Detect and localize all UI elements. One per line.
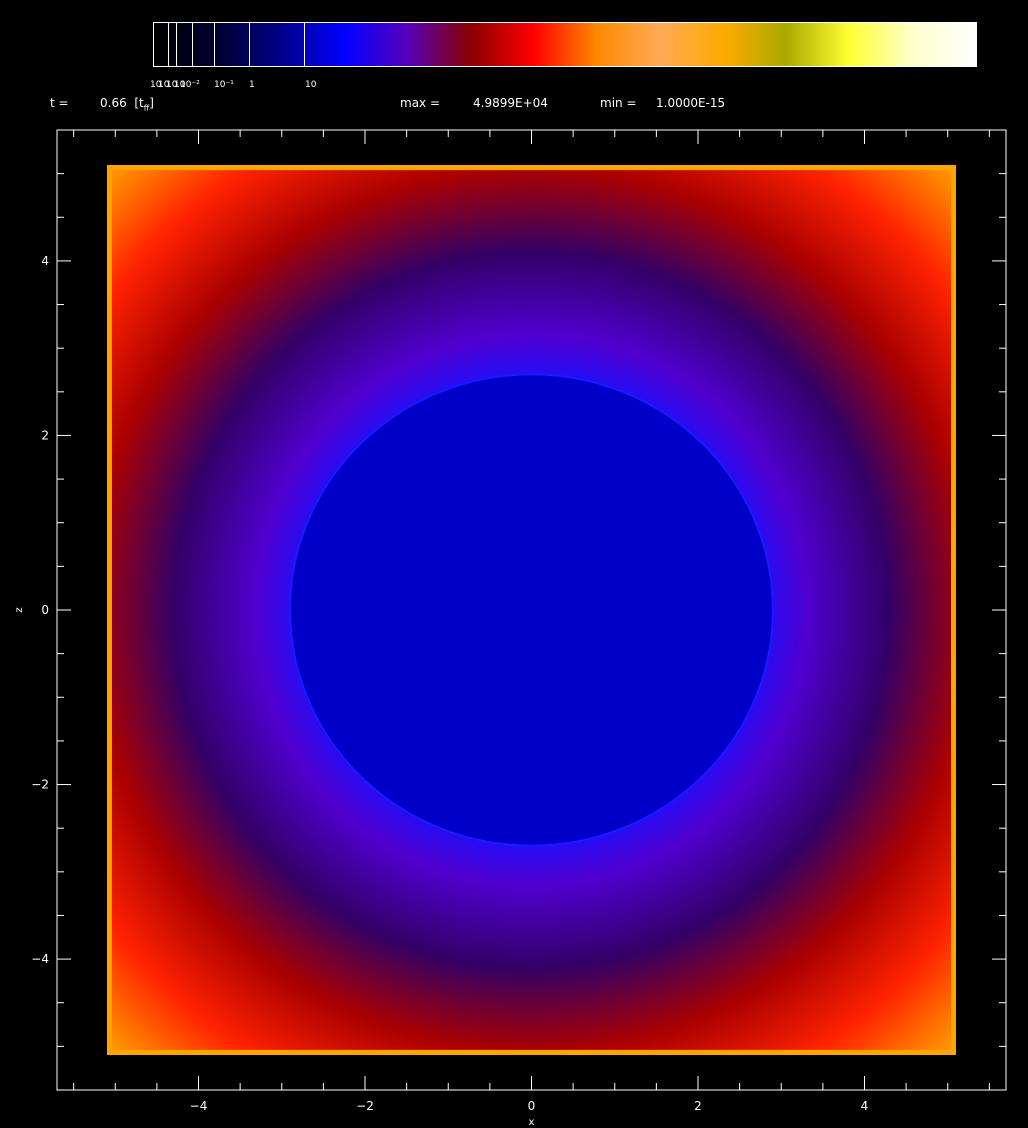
x-tick-label: 0 (528, 1099, 536, 1113)
x-tick-label: −4 (190, 1099, 208, 1113)
y-tick-label: −4 (31, 952, 49, 966)
heatmap-field (106, 164, 957, 1056)
x-tick-label: 4 (861, 1099, 869, 1113)
y-tick-label: 2 (41, 428, 49, 442)
x-tick-label: 2 (694, 1099, 702, 1113)
y-tick-label: −2 (31, 778, 49, 792)
y-tick-label: 0 (41, 603, 49, 617)
y-tick-label: 4 (41, 254, 49, 268)
y-axis-label: z (14, 607, 25, 612)
x-axis-label: x (529, 1117, 535, 1128)
x-tick-label: −2 (356, 1099, 374, 1113)
inner-disk (289, 373, 774, 847)
heatmap-plot: −4 −2 0 2 4 −4 −2 0 2 4 x z (14, 129, 1007, 1128)
